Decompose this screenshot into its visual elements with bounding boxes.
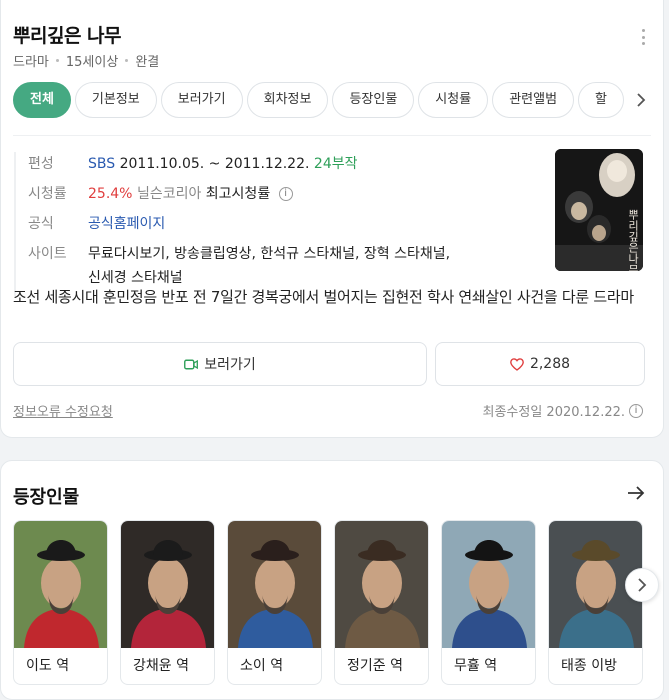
site-links-line2[interactable]: 신세경 스타채널 [88,270,183,286]
episode-count-link[interactable]: 24부작 [314,156,358,172]
drama-info-card: 뿌리깊은 나무 드라마 15세이상 완결 전체 기본정보 보러가기 회차정보 등장인물 시… [0,0,664,438]
broadcast-dates: 2011.10.05. ~ 2011.12.22. [119,156,310,172]
tab-bar: 전체 기본정보 보러가기 회차정보 등장인물 시청률 관련앨범 할 [13,82,627,118]
cast-name: 소이 역 [240,658,284,674]
drama-description: 조선 세종시대 훈민정음 반포 전 7일간 경복궁에서 벌어지는 집현전 학사 … [13,288,634,306]
info-icon[interactable]: i [629,403,643,418]
official-row: 공식 공식홈페이지 [28,212,534,236]
drama-meta: 드라마 15세이상 완결 [13,51,159,70]
chevron-right-icon[interactable] [633,92,649,108]
sites-row: 사이트 무료다시보기, 방송클립영상, 한석규 스타채널, 장혁 스타채널, 신… [28,242,534,290]
last-modified: 최종수정일 2020.12.22. i [482,401,643,420]
cast-item[interactable]: 태종 이방 [548,520,643,685]
broadcast-label: 편성 [28,156,54,172]
official-homepage-link[interactable]: 공식홈페이지 [88,216,165,232]
more-options-icon[interactable] [641,29,645,45]
cast-item[interactable]: 이도 역 [13,520,108,685]
cast-item[interactable]: 소이 역 [227,520,322,685]
drama-poster-image[interactable]: 뿌리깊은나무 [555,149,643,271]
chevron-right-icon[interactable] [625,568,659,602]
divider [13,135,651,136]
cast-item[interactable]: 강채윤 역 [120,520,215,685]
tab-ratings[interactable]: 시청률 [418,82,489,118]
status-text: 완결 [135,55,160,70]
cast-name: 강채윤 역 [133,658,189,674]
age-rating-text: 15세이상 [65,55,119,70]
cast-photo [442,521,535,648]
viewership-label: 시청률 [28,186,67,202]
cast-card: 등장인물 이도 역 강채윤 역 소이 역 정기준 역 무휼 역 태종 이방 [0,460,664,700]
genre-text: 드라마 [13,55,49,70]
viewership-source: 닐슨코리아 [136,186,202,202]
tab-albums[interactable]: 관련앨범 [492,82,575,118]
cast-photo [14,521,107,648]
video-camera-icon [184,359,199,369]
info-table: 편성 SBS 2011.10.05. ~ 2011.12.22. 24부작 시청… [14,152,534,296]
cast-name: 무휼 역 [454,658,498,674]
cast-item[interactable]: 무휼 역 [441,520,536,685]
cast-item[interactable]: 정기준 역 [334,520,429,685]
last-modified-text: 최종수정일 2020.12.22. [482,405,626,420]
cast-photo [228,521,321,648]
watch-button[interactable]: 보러가기 [13,342,427,386]
sites-label: 사이트 [28,246,67,262]
official-label: 공식 [28,216,54,232]
channel-link[interactable]: SBS [88,156,115,172]
heart-icon [510,357,524,371]
watch-button-label: 보러가기 [204,357,256,373]
viewership-note: 최고시청률 [205,186,271,202]
site-links-line1[interactable]: 무료다시보기, 방송클립영상, 한석규 스타채널, 장혁 스타채널, [88,246,450,262]
tab-more[interactable]: 할 [578,82,624,118]
tab-watch[interactable]: 보러가기 [160,82,243,118]
cast-name: 태종 이방 [561,658,617,674]
tab-episodes[interactable]: 회차정보 [246,82,329,118]
cast-photo [335,521,428,648]
tab-cast[interactable]: 등장인물 [332,82,415,118]
like-count: 2,288 [529,356,571,372]
cast-list: 이도 역 강채윤 역 소이 역 정기준 역 무휼 역 태종 이방 [13,520,653,700]
like-button[interactable]: 2,288 [435,342,645,386]
info-icon[interactable]: i [278,187,293,201]
report-error-link[interactable]: 정보오류 수정요청 [13,401,113,420]
cast-name: 정기준 역 [347,658,403,674]
arrow-right-icon[interactable] [627,485,645,501]
tab-all[interactable]: 전체 [13,82,71,118]
viewership-value: 25.4% [88,186,133,202]
drama-title[interactable]: 뿌리깊은 나무 [13,21,122,48]
cast-section-title: 등장인물 [13,487,80,508]
broadcast-row: 편성 SBS 2011.10.05. ~ 2011.12.22. 24부작 [28,152,534,176]
cast-name: 이도 역 [26,658,70,674]
cast-photo [121,521,214,648]
poster-title-graphic: 뿌리깊은나무 [627,209,640,271]
tab-basic-info[interactable]: 기본정보 [74,82,157,118]
viewership-row: 시청률 25.4% 닐슨코리아 최고시청률 i [28,182,534,206]
